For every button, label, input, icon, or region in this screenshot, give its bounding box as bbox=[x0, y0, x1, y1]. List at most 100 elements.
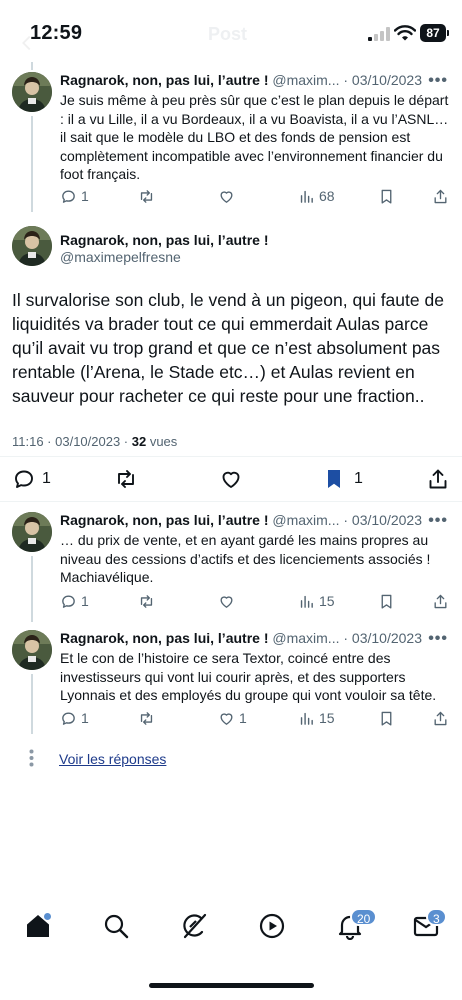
like-button[interactable] bbox=[219, 466, 243, 492]
bookmark-button[interactable] bbox=[378, 591, 395, 611]
reply-count: 1 bbox=[81, 593, 89, 609]
main-author-name[interactable]: Ragnarok, non, pas lui, l’autre ! bbox=[60, 232, 268, 248]
nav-video[interactable] bbox=[258, 912, 290, 944]
share-icon bbox=[432, 188, 449, 205]
like-button[interactable] bbox=[218, 186, 235, 206]
reply-icon bbox=[60, 188, 77, 205]
tweet-header: Ragnarok, non, pas lui, l’autre ! @maxim… bbox=[60, 72, 450, 90]
divider bbox=[0, 501, 462, 502]
cellular-signal-icon bbox=[368, 27, 390, 41]
retweet-button[interactable] bbox=[138, 186, 155, 206]
home-indicator bbox=[149, 983, 314, 988]
grok-icon bbox=[183, 913, 207, 939]
avatar[interactable] bbox=[12, 630, 52, 670]
thread-line bbox=[31, 556, 33, 622]
like-button[interactable] bbox=[218, 591, 235, 611]
author-name[interactable]: Ragnarok, non, pas lui, l’autre ! bbox=[60, 630, 268, 646]
see-replies-link[interactable]: Voir les réponses bbox=[59, 751, 166, 767]
status-bar: 12:59 Post 87 bbox=[0, 0, 462, 66]
handle-date: @maxim... · 03/10/2023 bbox=[268, 72, 422, 88]
views-button[interactable]: 15 bbox=[298, 591, 335, 611]
share-icon bbox=[432, 593, 449, 610]
avatar[interactable] bbox=[12, 72, 52, 112]
retweet-button[interactable] bbox=[138, 708, 155, 728]
views-button[interactable]: 15 bbox=[298, 708, 335, 728]
more-replies-dots-icon bbox=[29, 749, 34, 767]
clock: 12:59 bbox=[30, 22, 83, 44]
more-options-icon[interactable]: ••• bbox=[428, 72, 448, 90]
views-icon bbox=[298, 188, 315, 205]
thread-line bbox=[31, 116, 33, 212]
bookmark-icon bbox=[378, 710, 395, 727]
avatar[interactable] bbox=[12, 512, 52, 552]
reply-button[interactable]: 1 bbox=[60, 708, 89, 728]
retweet-icon bbox=[138, 593, 155, 610]
share-icon bbox=[426, 467, 450, 491]
main-tweet-text: Il survalorise son club, le vend à un pi… bbox=[12, 290, 444, 406]
bottom-navigation: 20 3 bbox=[0, 900, 462, 960]
author-name[interactable]: Ragnarok, non, pas lui, l’autre ! bbox=[60, 512, 268, 528]
views-icon bbox=[298, 593, 315, 610]
battery-indicator: 87 bbox=[420, 24, 449, 42]
reply-button[interactable]: 1 bbox=[12, 466, 51, 492]
retweet-icon bbox=[138, 188, 155, 205]
views-count: 68 bbox=[319, 188, 335, 204]
reply-icon bbox=[60, 710, 77, 727]
header-title: Post bbox=[208, 24, 248, 44]
messages-badge: 3 bbox=[426, 908, 447, 926]
tweet-actions: 1 15 bbox=[60, 591, 450, 611]
reply-count: 1 bbox=[81, 710, 89, 726]
main-tweet-actions: 1 1 bbox=[0, 466, 462, 492]
main-tweet-meta: 11:16 · 03/10/2023 · 32 vues bbox=[12, 434, 177, 449]
reply-count: 1 bbox=[81, 188, 89, 204]
share-button[interactable] bbox=[432, 708, 449, 728]
nav-search[interactable] bbox=[102, 912, 134, 944]
thread-tweet[interactable]: Ragnarok, non, pas lui, l’autre ! @maxim… bbox=[0, 72, 462, 212]
like-icon bbox=[218, 593, 235, 610]
retweet-icon bbox=[114, 467, 138, 491]
retweet-icon bbox=[138, 710, 155, 727]
author-name[interactable]: Ragnarok, non, pas lui, l’autre ! bbox=[60, 72, 268, 88]
tweet-header: Ragnarok, non, pas lui, l’autre ! @maxim… bbox=[60, 630, 450, 648]
nav-home[interactable] bbox=[24, 912, 56, 944]
more-options-icon[interactable]: ••• bbox=[428, 512, 448, 530]
reply-tweet[interactable]: Ragnarok, non, pas lui, l’autre ! @maxim… bbox=[0, 512, 462, 622]
bookmark-count: 1 bbox=[354, 470, 363, 487]
reply-tweet[interactable]: Ragnarok, non, pas lui, l’autre ! @maxim… bbox=[0, 630, 462, 734]
handle-date: @maxim... · 03/10/2023 bbox=[268, 512, 422, 528]
bookmark-button[interactable]: 1 bbox=[322, 466, 363, 492]
search-icon bbox=[104, 914, 129, 939]
main-avatar[interactable] bbox=[12, 226, 52, 266]
bookmark-button[interactable] bbox=[378, 708, 395, 728]
like-icon bbox=[219, 467, 243, 491]
home-unread-dot bbox=[44, 913, 51, 920]
thread-line bbox=[31, 674, 33, 734]
views-count: 15 bbox=[319, 593, 335, 609]
notifications-badge: 20 bbox=[350, 908, 378, 926]
timestamp[interactable]: 11:16 · 03/10/2023 · bbox=[12, 434, 132, 449]
views-button[interactable]: 68 bbox=[298, 186, 335, 206]
nav-notifications[interactable]: 20 bbox=[336, 908, 378, 944]
views-count: 32 bbox=[131, 434, 147, 449]
handle-date: @maxim... · 03/10/2023 bbox=[268, 630, 422, 646]
bookmark-filled-icon bbox=[322, 467, 346, 491]
views-label: vues bbox=[146, 434, 178, 449]
share-button[interactable] bbox=[432, 186, 449, 206]
bookmark-button[interactable] bbox=[378, 186, 395, 206]
retweet-button[interactable] bbox=[138, 591, 155, 611]
retweet-button[interactable] bbox=[114, 466, 138, 492]
reply-button[interactable]: 1 bbox=[60, 186, 89, 206]
video-icon bbox=[259, 913, 285, 939]
tweet-text: … du prix de vente, et en ayant gardé le… bbox=[60, 532, 431, 585]
nav-grok[interactable] bbox=[180, 912, 212, 944]
more-options-icon[interactable]: ••• bbox=[428, 630, 448, 648]
thread-line bbox=[31, 62, 33, 70]
like-button[interactable]: 1 bbox=[218, 708, 247, 728]
tweet-actions: 1 1 15 bbox=[60, 708, 450, 728]
nav-messages[interactable]: 3 bbox=[412, 908, 447, 944]
reply-button[interactable]: 1 bbox=[60, 591, 89, 611]
share-icon bbox=[432, 710, 449, 727]
share-button[interactable] bbox=[426, 466, 450, 492]
main-author-handle[interactable]: @maximepelfresne bbox=[60, 249, 181, 265]
share-button[interactable] bbox=[432, 591, 449, 611]
